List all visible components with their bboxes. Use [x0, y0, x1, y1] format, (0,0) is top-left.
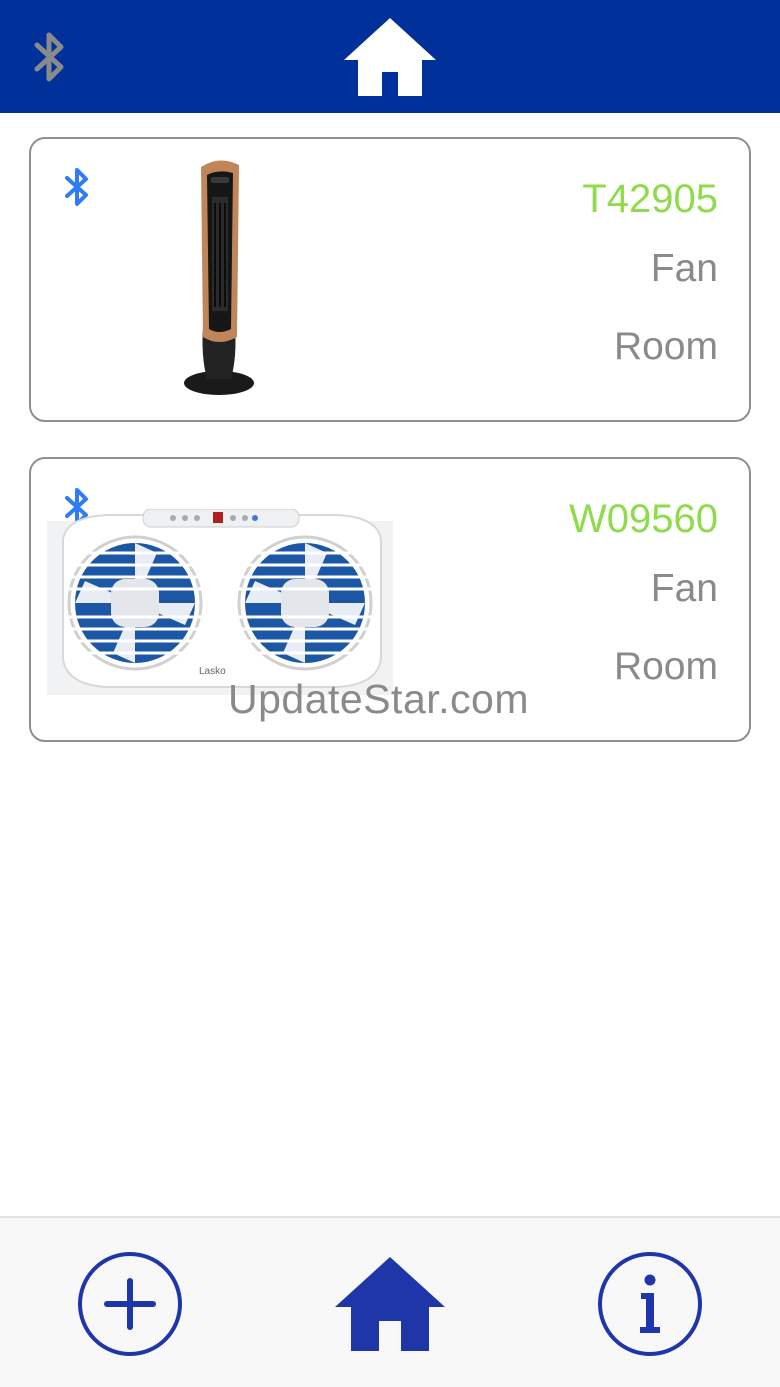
- add-circle-icon[interactable]: [77, 1251, 183, 1357]
- device-room: Room: [613, 325, 718, 368]
- home-icon[interactable]: [342, 16, 438, 98]
- app-screen: T42905 Fan Room Lasko W09560 Fan Room Up…: [0, 0, 780, 1387]
- device-type: Fan: [650, 247, 718, 290]
- top-nav-bar: [0, 0, 780, 113]
- info-circle-icon[interactable]: [597, 1251, 703, 1357]
- device-model: W09560: [569, 497, 718, 541]
- home-icon[interactable]: [333, 1255, 447, 1353]
- device-room: Room: [613, 645, 718, 688]
- svg-text:Lasko: Lasko: [199, 666, 226, 677]
- device-model: T42905: [582, 177, 718, 221]
- window-fan-image: Lasko: [47, 509, 393, 695]
- tower-fan-image: [184, 160, 254, 395]
- device-card[interactable]: T42905 Fan Room: [29, 137, 751, 422]
- bluetooth-icon: [65, 168, 88, 206]
- bottom-tab-bar: [0, 1216, 780, 1387]
- watermark: UpdateStar.com: [228, 676, 529, 722]
- bluetooth-icon[interactable]: [33, 30, 67, 84]
- device-type: Fan: [650, 567, 718, 610]
